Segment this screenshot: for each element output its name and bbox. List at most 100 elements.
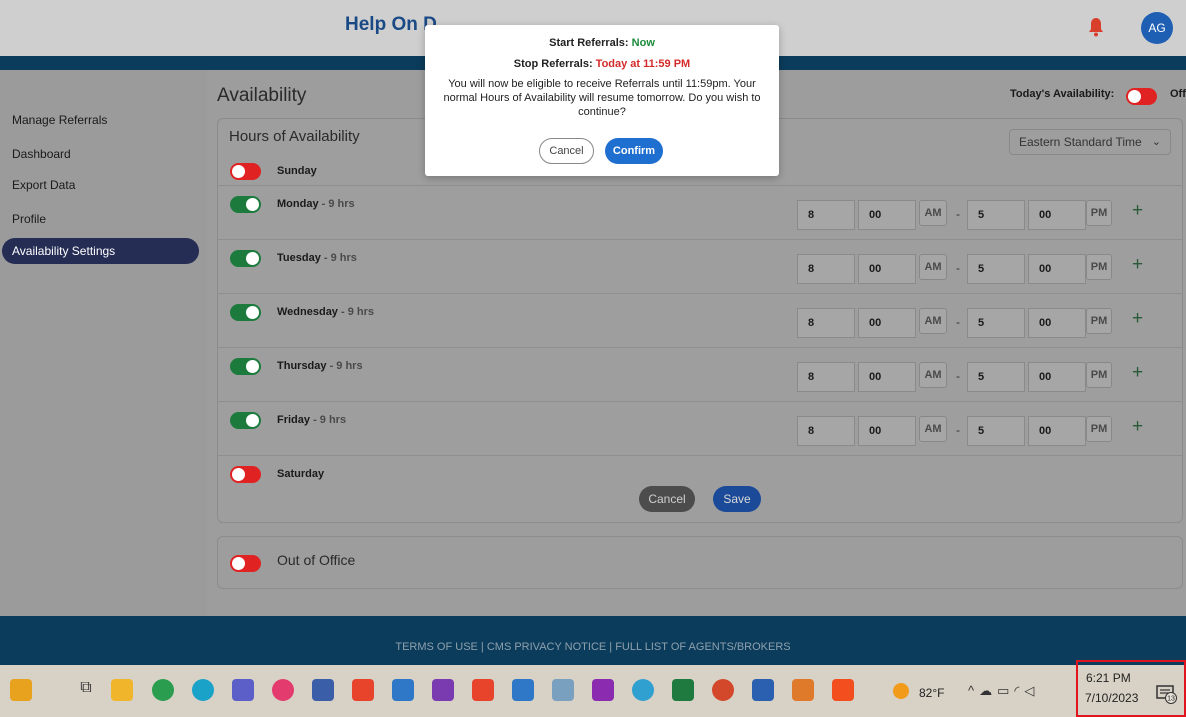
thursday-toggle[interactable] — [230, 358, 261, 375]
sidebar-item-dashboard[interactable]: Dashboard — [12, 147, 71, 161]
outlook-icon[interactable] — [392, 679, 414, 701]
save-button[interactable]: Save — [713, 486, 761, 512]
time-separator: - — [956, 207, 960, 221]
end-minute-input[interactable]: 00 — [1028, 362, 1086, 392]
slack-icon[interactable] — [272, 679, 294, 701]
chrome-icon[interactable] — [152, 679, 174, 701]
office-icon[interactable] — [352, 679, 374, 701]
time-separator: - — [956, 315, 960, 329]
start-minute-input[interactable]: 00 — [858, 416, 916, 446]
end-minute-input[interactable]: 00 — [1028, 308, 1086, 338]
wednesday-toggle[interactable] — [230, 304, 261, 321]
powerpoint-icon[interactable] — [712, 679, 734, 701]
hours-card-title: Hours of Availability — [229, 128, 360, 145]
add-time-button[interactable]: + — [1132, 308, 1143, 330]
sidebar-item-export-data[interactable]: Export Data — [12, 178, 75, 192]
word-icon[interactable] — [752, 679, 774, 701]
end-ampm-toggle[interactable]: PM — [1086, 362, 1112, 388]
end-ampm-toggle[interactable]: PM — [1086, 416, 1112, 442]
stop-referrals-value: Today at 11:59 PM — [595, 58, 691, 70]
avatar[interactable]: AG — [1141, 12, 1173, 44]
start-minute-input[interactable]: 00 — [858, 254, 916, 284]
snipping-tool-icon[interactable] — [792, 679, 814, 701]
end-hour-input[interactable]: 5 — [967, 254, 1025, 284]
app-icon-2[interactable] — [472, 679, 494, 701]
sunday-toggle[interactable] — [230, 163, 261, 180]
out-of-office-toggle[interactable] — [230, 555, 261, 572]
app-icon-4[interactable] — [552, 679, 574, 701]
teams-icon[interactable] — [232, 679, 254, 701]
saturday-toggle[interactable] — [230, 466, 261, 483]
brand-title: Help On D — [345, 14, 437, 35]
notification-icon[interactable]: 13 — [1156, 684, 1178, 704]
time-separator: - — [956, 261, 960, 275]
dialog-confirm-button[interactable]: Confirm — [605, 138, 663, 164]
dialog-message: You will now be eligible to receive Refe… — [443, 78, 761, 118]
clock-date[interactable]: 7/10/2023 — [1085, 691, 1138, 705]
day-row-tuesday: Tuesday - 9 hrs 8 00 AM - 5 00 PM + — [218, 239, 1182, 293]
day-label: Monday - 9 hrs — [277, 198, 355, 210]
start-minute-input[interactable]: 00 — [858, 200, 916, 230]
temperature[interactable]: 82°F — [919, 686, 944, 700]
time-separator: - — [956, 369, 960, 383]
end-hour-input[interactable]: 5 — [967, 200, 1025, 230]
file-explorer-icon[interactable] — [10, 679, 32, 701]
start-ampm-toggle[interactable]: AM — [919, 308, 947, 334]
end-ampm-toggle[interactable]: PM — [1086, 308, 1112, 334]
start-referrals-line: Start Referrals: Now — [549, 37, 655, 49]
end-ampm-toggle[interactable]: PM — [1086, 200, 1112, 226]
start-hour-input[interactable]: 8 — [797, 254, 855, 284]
end-ampm-toggle[interactable]: PM — [1086, 254, 1112, 280]
hours-card: Hours of Availability Eastern Standard T… — [217, 118, 1183, 523]
add-time-button[interactable]: + — [1132, 416, 1143, 438]
add-time-button[interactable]: + — [1132, 200, 1143, 222]
todays-availability-toggle[interactable] — [1126, 88, 1157, 105]
add-time-button[interactable]: + — [1132, 254, 1143, 276]
start-minute-input[interactable]: 00 — [858, 308, 916, 338]
sidebar-item-manage-referrals[interactable]: Manage Referrals — [12, 113, 107, 127]
sidebar-item-availability-settings[interactable]: Availability Settings — [2, 238, 199, 264]
start-ampm-toggle[interactable]: AM — [919, 254, 947, 280]
svg-text:13: 13 — [1167, 696, 1175, 703]
start-minute-input[interactable]: 00 — [858, 362, 916, 392]
pdf-app-icon[interactable] — [592, 679, 614, 701]
timezone-value: Eastern Standard Time — [1019, 135, 1142, 149]
add-time-button[interactable]: + — [1132, 362, 1143, 384]
start-hour-input[interactable]: 8 — [797, 200, 855, 230]
start-hour-input[interactable]: 8 — [797, 416, 855, 446]
app-icon-1[interactable] — [312, 679, 334, 701]
start-hour-input[interactable]: 8 — [797, 308, 855, 338]
day-row-friday: Friday - 9 hrs 8 00 AM - 5 00 PM + — [218, 401, 1182, 455]
excel-icon[interactable] — [672, 679, 694, 701]
start-ampm-toggle[interactable]: AM — [919, 416, 947, 442]
end-minute-input[interactable]: 00 — [1028, 200, 1086, 230]
sidebar-item-profile[interactable]: Profile — [12, 212, 46, 226]
bell-icon[interactable] — [1088, 17, 1104, 37]
end-hour-input[interactable]: 5 — [967, 416, 1025, 446]
figma-icon[interactable] — [832, 679, 854, 701]
start-ampm-toggle[interactable]: AM — [919, 200, 947, 226]
task-view-icon[interactable]: ⧉ — [75, 679, 97, 701]
edge-icon[interactable] — [192, 679, 214, 701]
tuesday-toggle[interactable] — [230, 250, 261, 267]
folder-icon[interactable] — [111, 679, 133, 701]
end-hour-input[interactable]: 5 — [967, 308, 1025, 338]
end-minute-input[interactable]: 00 — [1028, 254, 1086, 284]
friday-toggle[interactable] — [230, 412, 261, 429]
weather-icon[interactable] — [893, 683, 909, 699]
end-hour-input[interactable]: 5 — [967, 362, 1025, 392]
footer-links[interactable]: TERMS OF USE | CMS PRIVACY NOTICE | FULL… — [0, 641, 1186, 653]
system-tray-icons[interactable]: ^☁▭◜◁ — [968, 683, 1039, 699]
clock-time[interactable]: 6:21 PM — [1086, 671, 1131, 685]
app-icon-3[interactable] — [512, 679, 534, 701]
day-label: Saturday — [277, 468, 325, 480]
cancel-button[interactable]: Cancel — [639, 486, 695, 512]
app-icon-5[interactable] — [632, 679, 654, 701]
taskbar: ⧉ 82°F ^☁▭◜◁ — [0, 665, 1186, 717]
dialog-cancel-button[interactable]: Cancel — [539, 138, 594, 164]
start-hour-input[interactable]: 8 — [797, 362, 855, 392]
start-ampm-toggle[interactable]: AM — [919, 362, 947, 388]
end-minute-input[interactable]: 00 — [1028, 416, 1086, 446]
monday-toggle[interactable] — [230, 196, 261, 213]
onenote-icon[interactable] — [432, 679, 454, 701]
